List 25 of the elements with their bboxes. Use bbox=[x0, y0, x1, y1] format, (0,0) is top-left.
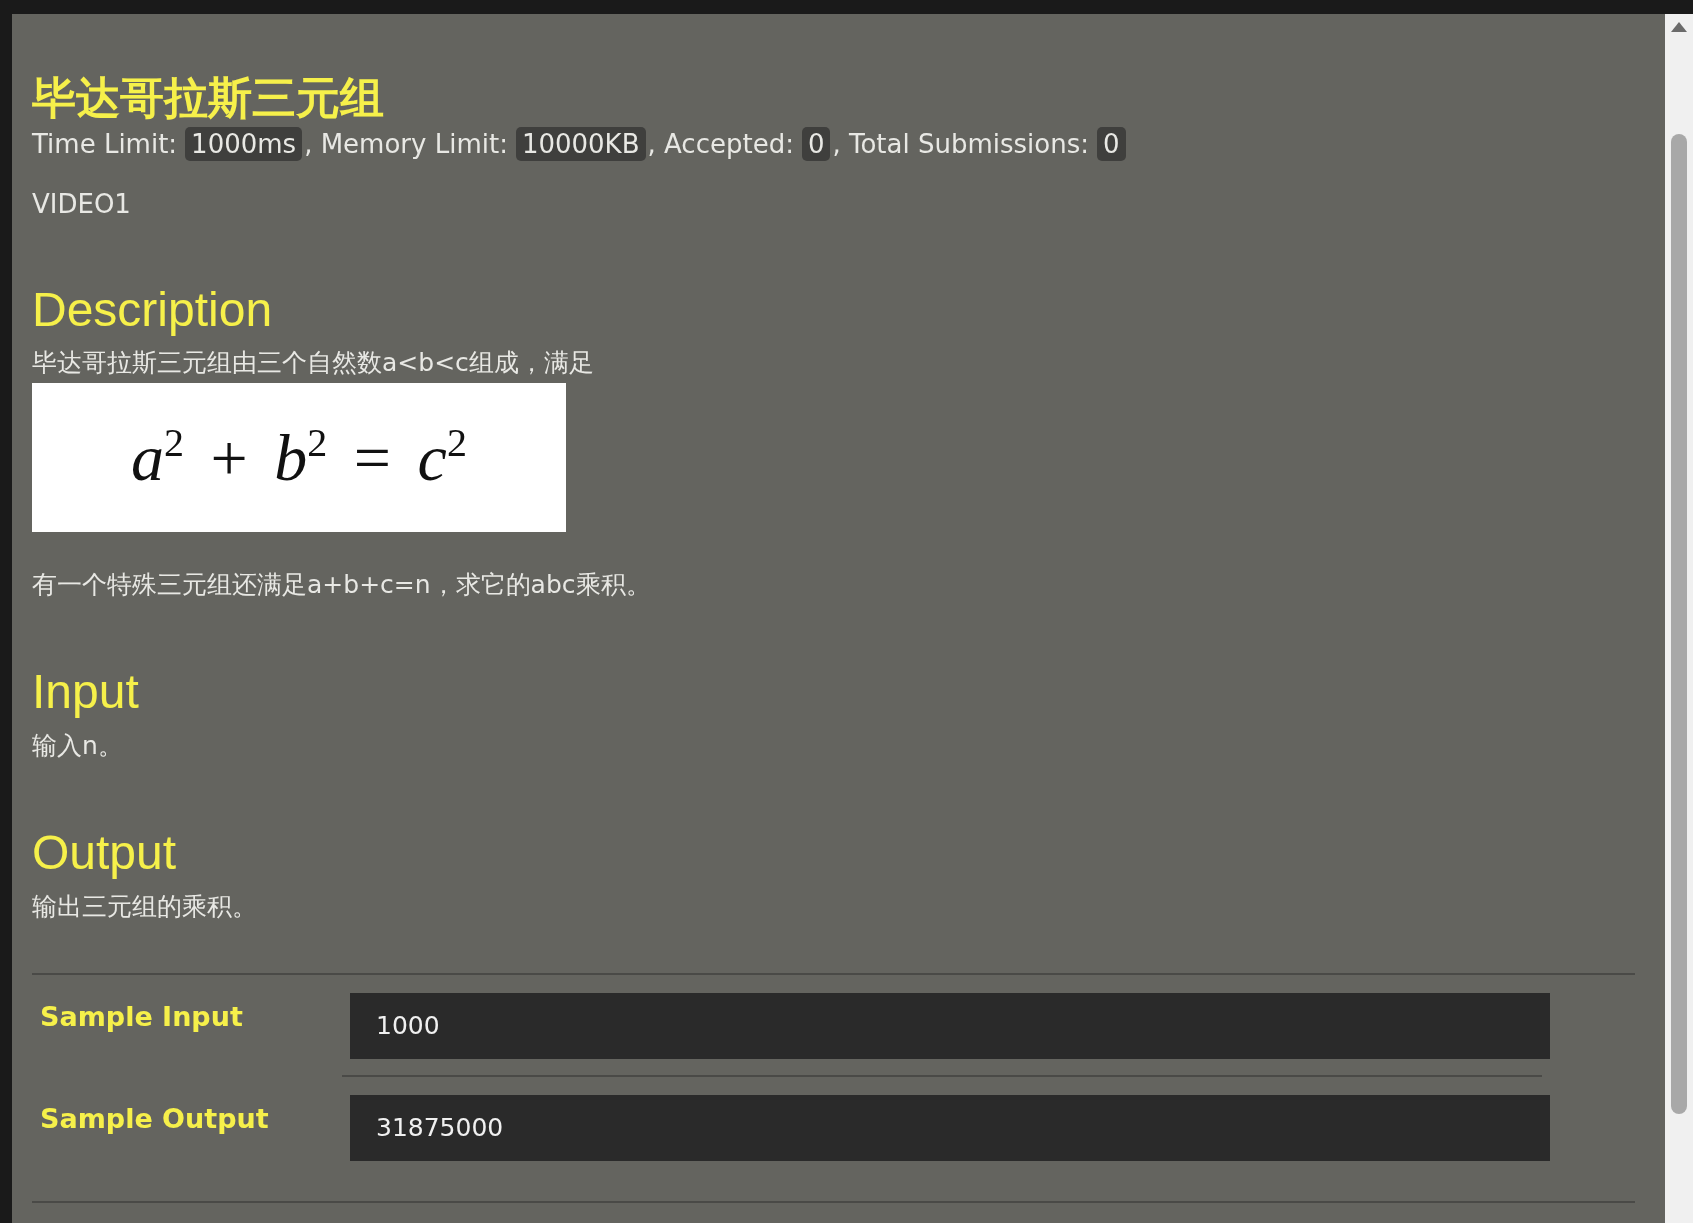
sample-label: Sample Input bbox=[39, 999, 244, 1032]
section-heading: Input bbox=[32, 664, 140, 721]
limit-label: , Total Submissions: bbox=[832, 128, 1090, 159]
limit-value: 1000ms bbox=[185, 126, 303, 161]
section-heading: Output bbox=[32, 825, 178, 881]
limit-label: Time Limit: bbox=[32, 128, 178, 159]
limit-value: 0 bbox=[1097, 126, 1126, 161]
sample-label: Sample Output bbox=[39, 1101, 270, 1134]
formula: a$^{2}$ + b$^{2}$ = c$^{2}$ bbox=[131, 419, 467, 497]
limit-value: 0 bbox=[801, 126, 831, 161]
limit-label: , Accepted: bbox=[647, 128, 794, 159]
section-text: 有一个特殊三元组还满足a+b+c=n，求它的abc乘积。 bbox=[32, 569, 652, 602]
problem-title: 毕达哥拉斯三元组 bbox=[32, 72, 385, 125]
section-text: 输入n。 bbox=[32, 730, 124, 762]
scroll-up-icon[interactable] bbox=[1671, 22, 1687, 32]
limit-value: 10000KB bbox=[515, 126, 646, 161]
sample-box: 1000 bbox=[350, 992, 1550, 1059]
sample-box: 31875000 bbox=[350, 1094, 1550, 1161]
section-heading: Description bbox=[32, 281, 274, 338]
scrollbar[interactable] bbox=[1665, 14, 1693, 1223]
limit-label: , Memory Limit: bbox=[304, 128, 508, 159]
section-text: 输出三元组的乘积。 bbox=[32, 890, 258, 923]
scroll-thumb[interactable] bbox=[1671, 134, 1687, 1114]
section-text: 毕达哥拉斯三元组由三个自然数a<b<c组成，满足 bbox=[32, 347, 595, 380]
source-tag: VIDEO1 bbox=[32, 188, 1635, 219]
